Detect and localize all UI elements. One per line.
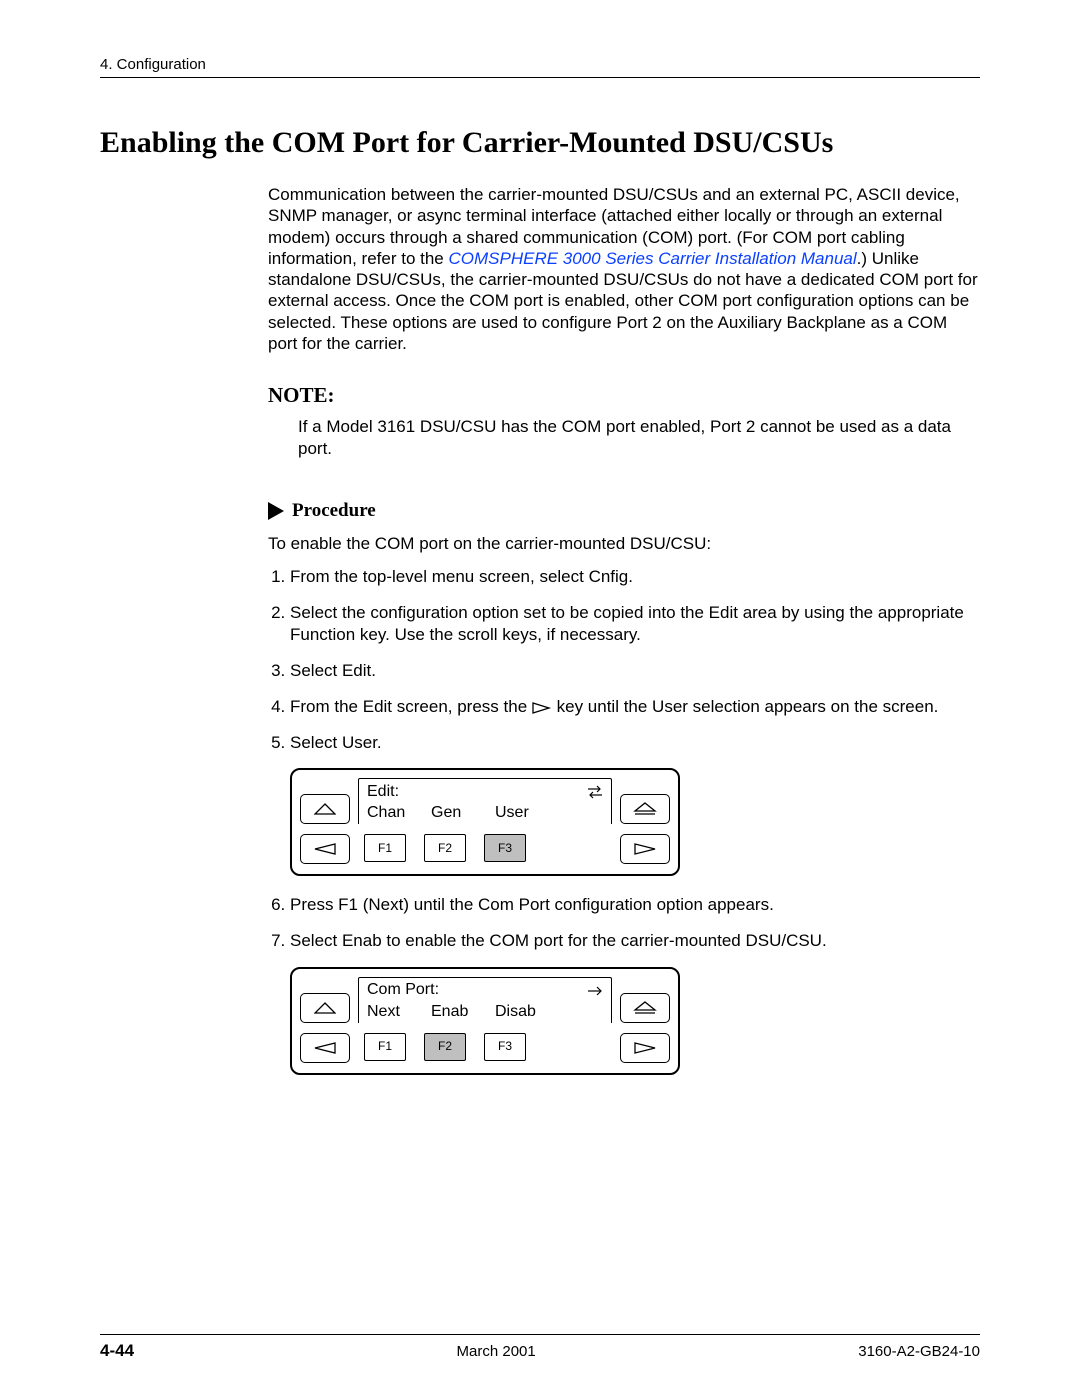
f3-key-2[interactable]: F3 bbox=[484, 1033, 526, 1061]
opt-next: Next bbox=[367, 1002, 431, 1023]
f3-key[interactable]: F3 bbox=[484, 834, 526, 862]
manual-link[interactable]: COMSPHERE 3000 Series Carrier Installati… bbox=[448, 249, 856, 268]
screen-title: Edit: bbox=[367, 782, 399, 803]
right-key-icon bbox=[532, 702, 552, 714]
intro-block: Communication between the carrier-mounte… bbox=[268, 184, 980, 1075]
lcd-screen-comport: Com Port: Next Enab bbox=[358, 977, 612, 1023]
footer-doc: 3160-A2-GB24-10 bbox=[858, 1343, 980, 1360]
step-3: Select Edit. bbox=[290, 660, 980, 682]
home-button-2[interactable] bbox=[620, 993, 670, 1023]
step-7: Select Enab to enable the COM port for t… bbox=[290, 930, 980, 1074]
f1-key[interactable]: F1 bbox=[364, 834, 406, 862]
f1-key-2[interactable]: F1 bbox=[364, 1033, 406, 1061]
step-4a: From the Edit screen, press the bbox=[290, 697, 532, 716]
footer-rule bbox=[100, 1334, 980, 1335]
step-4: From the Edit screen, press the key unti… bbox=[290, 696, 980, 718]
procedure-label: Procedure bbox=[292, 499, 376, 523]
header-rule bbox=[100, 77, 980, 78]
note-heading: NOTE: bbox=[268, 382, 980, 408]
step-5-text: Select User. bbox=[290, 733, 382, 752]
procedure-triangle-icon bbox=[268, 502, 284, 520]
swap-icon bbox=[587, 785, 603, 799]
step-5: Select User. Edit: bbox=[290, 732, 980, 876]
right-arrow-icon bbox=[587, 986, 603, 996]
procedure-steps: From the top-level menu screen, select C… bbox=[268, 566, 980, 1075]
procedure-intro: To enable the COM port on the carrier-mo… bbox=[268, 533, 980, 554]
up-button-2[interactable] bbox=[300, 993, 350, 1023]
lcd-screen-edit: Edit: bbox=[358, 778, 612, 824]
left-button[interactable] bbox=[300, 834, 350, 864]
lcd-panel-comport: Com Port: Next Enab bbox=[290, 967, 680, 1075]
opt-user: User bbox=[495, 803, 559, 824]
fkey-row-2: F1 F2 F3 bbox=[358, 1033, 612, 1063]
step-7-text: Select Enab to enable the COM port for t… bbox=[290, 931, 827, 950]
procedure-heading: Procedure bbox=[268, 499, 980, 523]
opt-chan: Chan bbox=[367, 803, 431, 824]
page-title: Enabling the COM Port for Carrier-Mounte… bbox=[100, 126, 980, 160]
opt-enab: Enab bbox=[431, 1002, 495, 1023]
opt-disab: Disab bbox=[495, 1002, 559, 1023]
step-6: Press F1 (Next) until the Com Port confi… bbox=[290, 894, 980, 916]
right-button[interactable] bbox=[620, 834, 670, 864]
screen-title-2: Com Port: bbox=[367, 980, 439, 1001]
lcd-panel-edit: Edit: bbox=[290, 768, 680, 876]
opt-gen: Gen bbox=[431, 803, 495, 824]
note-body: If a Model 3161 DSU/CSU has the COM port… bbox=[298, 416, 980, 459]
step-1: From the top-level menu screen, select C… bbox=[290, 566, 980, 588]
step-4b: key until the User selection appears on … bbox=[552, 697, 939, 716]
f2-key[interactable]: F2 bbox=[424, 834, 466, 862]
fkey-row: F1 F2 F3 bbox=[358, 834, 612, 864]
page-number: 4-44 bbox=[100, 1341, 134, 1361]
page-footer: 4-44 March 2001 3160-A2-GB24-10 bbox=[100, 1332, 980, 1361]
step-2: Select the configuration option set to b… bbox=[290, 602, 980, 646]
left-button-2[interactable] bbox=[300, 1033, 350, 1063]
f2-key-2[interactable]: F2 bbox=[424, 1033, 466, 1061]
chapter-label: 4. Configuration bbox=[100, 56, 980, 73]
footer-date: March 2001 bbox=[457, 1343, 536, 1360]
up-button[interactable] bbox=[300, 794, 350, 824]
home-button[interactable] bbox=[620, 794, 670, 824]
right-button-2[interactable] bbox=[620, 1033, 670, 1063]
